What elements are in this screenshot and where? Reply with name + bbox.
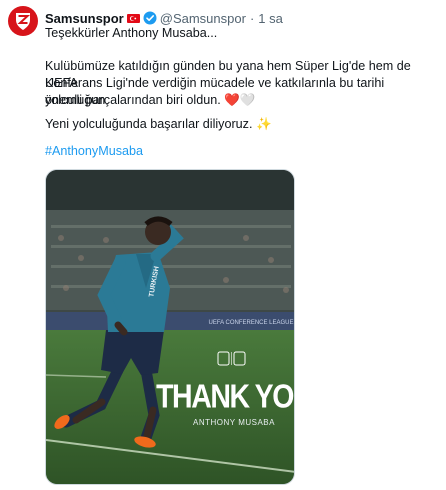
display-name[interactable]: Samsunspor	[45, 11, 124, 26]
turkey-flag-icon	[126, 13, 140, 23]
handle[interactable]: @Samsunspor	[160, 11, 246, 26]
avatar[interactable]	[8, 6, 38, 36]
board-text: UEFA CONFERENCE LEAGUE	[208, 320, 293, 326]
tweet-wish: Yeni yolculuğunda başarılar diliyoruz. ✨	[45, 117, 272, 131]
player-name: ANTHONY MUSABA	[193, 418, 275, 427]
thank-you-heading: THANK YOU	[156, 378, 295, 415]
samsunspor-crest-icon	[16, 13, 31, 30]
tweet-paragraph-line3: önemli parçalarından biri oldun. ❤️🤍	[45, 93, 256, 107]
tweet-text-line1: Teşekkürler Anthony Musaba...	[45, 26, 218, 40]
verified-badge-icon	[143, 11, 157, 25]
hashtag-link[interactable]: #AnthonyMusaba	[45, 143, 415, 160]
timestamp[interactable]: 1 sa	[258, 11, 283, 26]
tweet-image[interactable]: UEFA CONFERENCE LEAGUE TURKISH THANK YO …	[45, 169, 295, 485]
separator-dot: ·	[249, 10, 255, 26]
